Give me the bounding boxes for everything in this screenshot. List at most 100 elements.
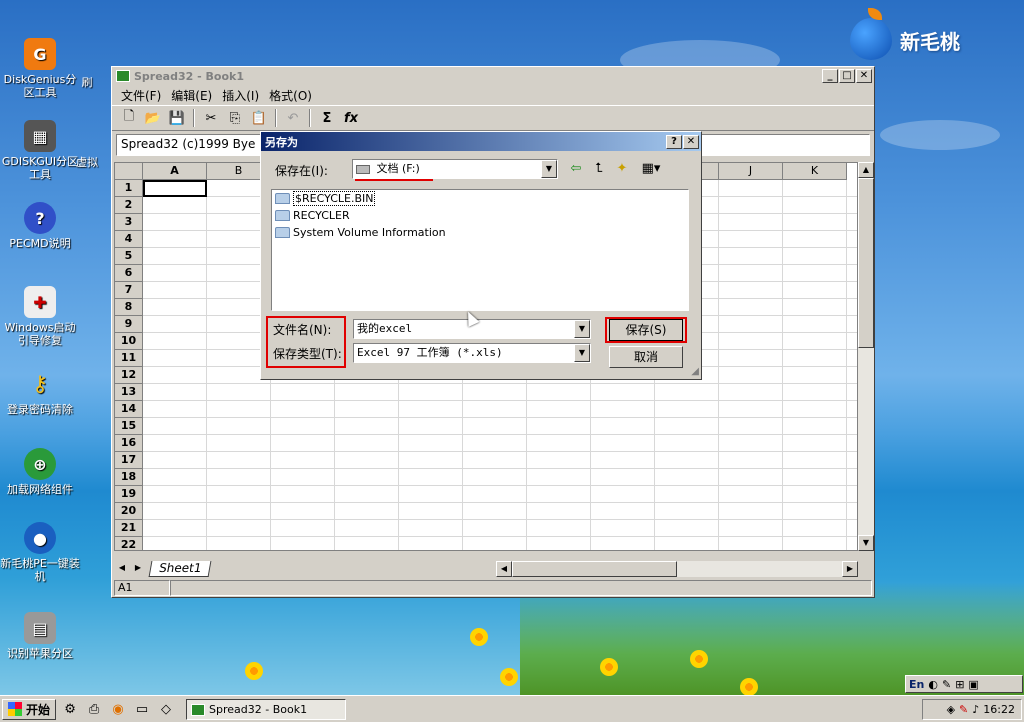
desktop-icon-network[interactable]: ⊕ 加载网络组件 [0,448,80,496]
row-header-6[interactable]: 6 [115,265,143,282]
cancel-button[interactable]: 取消 [609,346,683,368]
window-titlebar[interactable]: Spread32 - Book1 _ □ ✕ [112,67,874,85]
row-header-14[interactable]: 14 [115,401,143,418]
tray-edit-icon[interactable]: ✎ [959,703,968,716]
row-header-10[interactable]: 10 [115,333,143,350]
list-item[interactable]: System Volume Information [272,224,688,241]
row-header-15[interactable]: 15 [115,418,143,435]
row-header-21[interactable]: 21 [115,520,143,537]
row-header-2[interactable]: 2 [115,197,143,214]
tray-volume-icon[interactable]: ♪ [972,703,979,716]
file-list[interactable]: $RECYCLE.BIN RECYCLER System Volume Info… [271,189,689,311]
menu-format[interactable]: 格式(O) [264,87,317,104]
list-item[interactable]: RECYCLER [272,207,688,224]
view-menu-icon[interactable]: ▦▾ [638,161,664,177]
row-header-7[interactable]: 7 [115,282,143,299]
desktop-icon-gdiskgui[interactable]: ▦ GDISKGUI分区工具 [0,120,80,181]
quicklaunch-eraser-icon[interactable]: ◇ [156,699,176,719]
horizontal-scrollbar[interactable]: ◀ ▶ [496,561,858,577]
ime-settings-icon[interactable]: ✎ [942,678,951,691]
row-header-3[interactable]: 3 [115,214,143,231]
horizontal-scroll-thumb[interactable] [512,561,677,577]
desktop-icon-install[interactable]: ● 新毛桃PE一键装机 [0,522,80,583]
column-header-j[interactable]: J [719,163,783,180]
vertical-scroll-thumb[interactable] [858,178,874,348]
menu-insert[interactable]: 插入(I) [217,87,264,104]
start-button[interactable]: 开始 [2,698,57,720]
row-header-12[interactable]: 12 [115,367,143,384]
chevron-down-icon[interactable]: ▼ [574,320,590,338]
clock[interactable]: 16:22 [983,703,1015,716]
row-header-13[interactable]: 13 [115,384,143,401]
scroll-down-icon[interactable]: ▼ [858,535,874,551]
desktop-icon-apple-partition[interactable]: ▤ 识别苹果分区 [0,612,80,660]
row-header-11[interactable]: 11 [115,350,143,367]
minimize-button[interactable]: _ [822,69,838,83]
sheet-prev-icon[interactable]: ◀ [114,561,130,577]
dialog-help-button[interactable]: ? [666,134,682,149]
paste-icon[interactable]: 📋 [248,107,270,129]
new-folder-icon[interactable]: ✦ [613,161,631,177]
desktop-icon-partial[interactable]: 刷 [62,76,112,89]
menu-edit[interactable]: 编辑(E) [166,87,217,104]
chevron-down-icon[interactable]: ▼ [541,160,557,178]
ime-help-icon[interactable]: ⊞ [955,678,964,691]
quicklaunch-media-icon[interactable]: ◉ [108,699,128,719]
sheet-tab-sheet1[interactable]: Sheet1 [148,561,212,577]
maximize-button[interactable]: □ [839,69,855,83]
row-header-17[interactable]: 17 [115,452,143,469]
column-header-k[interactable]: K [783,163,847,180]
row-header-18[interactable]: 18 [115,469,143,486]
vertical-scrollbar[interactable]: ▲ ▼ [858,162,874,551]
row-header-8[interactable]: 8 [115,299,143,316]
save-disk-icon[interactable]: 💾 [166,107,188,129]
save-button[interactable]: 保存(S) [609,319,683,341]
cut-icon[interactable]: ✂ [200,107,222,129]
save-in-combo[interactable]: 文档 (F:) ▼ [352,159,558,179]
open-folder-icon[interactable]: 📂 [142,107,164,129]
new-file-icon[interactable]: 🗋 [118,107,140,129]
chevron-down-icon[interactable]: ▼ [574,344,590,362]
close-button[interactable]: ✕ [856,69,872,83]
scroll-left-icon[interactable]: ◀ [496,561,512,577]
desktop-icon-pecmd[interactable]: ? PECMD说明 [0,202,80,250]
column-header-a[interactable]: A [143,163,207,180]
minimize-langbar-icon[interactable]: ▣ [968,678,978,691]
row-header-16[interactable]: 16 [115,435,143,452]
row-header-20[interactable]: 20 [115,503,143,520]
selected-cell-a1[interactable] [143,180,207,197]
taskbar-item-spread32[interactable]: Spread32 - Book1 [186,699,346,720]
row-header-5[interactable]: 5 [115,248,143,265]
menu-file[interactable]: 文件(F) [116,87,166,104]
desktop-icon-partial[interactable]: 虚拟 [62,156,112,169]
grid-corner[interactable] [115,163,143,180]
ime-icon[interactable]: ◐ [928,678,938,691]
quicklaunch-desktop-icon[interactable]: ▭ [132,699,152,719]
sum-icon[interactable]: Σ [316,107,338,129]
dialog-titlebar[interactable]: 另存为 ? ✕ [261,132,701,151]
quicklaunch-tool-icon[interactable]: ⚙ [60,699,80,719]
up-folder-icon[interactable]: ⮤ [590,161,608,177]
row-header-1[interactable]: 1 [115,180,143,197]
desktop-icon-boot-repair[interactable]: ✚ Windows启动引导修复 [0,286,80,347]
lang-indicator[interactable]: En [909,678,924,691]
row-header-19[interactable]: 19 [115,486,143,503]
row-header-22[interactable]: 22 [115,537,143,550]
desktop-icon-password[interactable]: ⚷ 登录密码清除 [0,368,80,416]
copy-icon[interactable]: ⎘ [224,107,246,129]
tray-network-icon[interactable]: ◈ [947,703,955,716]
quicklaunch-printer-icon[interactable]: ⎙ [84,699,104,719]
dialog-close-button[interactable]: ✕ [683,134,699,149]
undo-icon[interactable]: ↶ [282,107,304,129]
filetype-select[interactable]: Excel 97 工作簿 (*.xls) ▼ [353,343,591,363]
resize-grip-icon[interactable]: ◢ [691,366,699,377]
row-header-9[interactable]: 9 [115,316,143,333]
scroll-right-icon[interactable]: ▶ [842,561,858,577]
scroll-up-icon[interactable]: ▲ [858,162,874,178]
function-icon[interactable]: fx [340,107,362,129]
back-arrow-icon[interactable]: ⇦ [567,161,585,177]
sheet-next-icon[interactable]: ▶ [130,561,146,577]
desktop-icon-diskgenius[interactable]: G DiskGenius分区工具 [0,38,80,99]
list-item[interactable]: $RECYCLE.BIN [272,190,688,207]
row-header-4[interactable]: 4 [115,231,143,248]
